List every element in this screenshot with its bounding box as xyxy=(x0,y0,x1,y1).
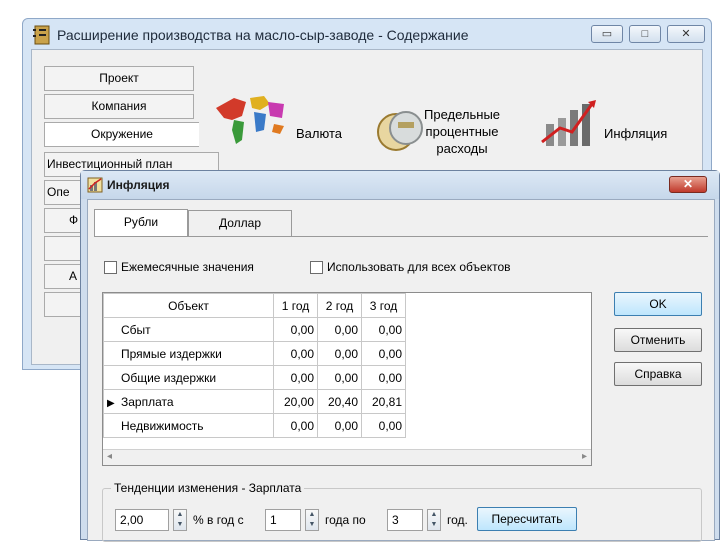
value-cell-y1[interactable]: 0,00 xyxy=(273,317,318,342)
cancel-button[interactable]: Отменить xyxy=(614,328,702,352)
table-row[interactable]: Прямые издержки 0,00 0,00 0,00 xyxy=(103,341,406,366)
column-header-year1[interactable]: 1 год xyxy=(273,293,318,318)
value-cell-y2[interactable]: 0,00 xyxy=(317,413,362,438)
column-header-year2[interactable]: 2 год xyxy=(317,293,362,318)
coin-icon[interactable] xyxy=(372,106,432,154)
to-year-input[interactable]: 3 xyxy=(387,509,423,531)
all-objects-option[interactable]: Использовать для всех объектов xyxy=(310,260,511,274)
dialog-title-bar: Инфляция ✕ xyxy=(81,171,719,199)
row-marker-icon: ▶ xyxy=(107,397,115,409)
value-cell-y1[interactable]: 0,00 xyxy=(273,413,318,438)
between-label: года по xyxy=(325,513,366,527)
notebook-icon xyxy=(33,25,50,45)
value-cell-y1[interactable]: 0,00 xyxy=(273,341,318,366)
horizontal-scrollbar[interactable]: ◂ ▸ xyxy=(103,449,591,465)
dialog-body: Рубли Доллар Ежемесячные значения Исполь… xyxy=(87,199,715,542)
rate-unit-label: % в год с xyxy=(193,513,244,527)
ok-button[interactable]: OK xyxy=(614,292,702,316)
scroll-right-arrow[interactable]: ▸ xyxy=(582,451,587,462)
inflation-grid[interactable]: Объект 1 год 2 год 3 год Сбыт 0,00 0,00 0,0… xyxy=(102,292,592,466)
close-button[interactable]: ✕ xyxy=(667,25,705,43)
trend-group: Тенденции изменения - Зарплата 2,00 ▲ ▼ %… xyxy=(102,481,702,542)
table-header-row: Объект 1 год 2 год 3 год xyxy=(103,293,406,318)
main-window-title: Расширение производства на масло-сыр-зав… xyxy=(57,27,469,43)
value-cell-y3[interactable]: 0,00 xyxy=(361,365,406,390)
help-button[interactable]: Справка xyxy=(614,362,702,386)
interest-label-line2: процентные xyxy=(425,124,499,139)
to-year-spinner[interactable]: ▲ ▼ xyxy=(427,509,441,531)
from-year-input[interactable]: 1 xyxy=(265,509,301,531)
value-cell-y3[interactable]: 0,00 xyxy=(361,317,406,342)
monthly-checkbox[interactable] xyxy=(104,260,117,274)
row-name: Прямые издержки xyxy=(121,346,222,361)
rate-input[interactable]: 2,00 xyxy=(115,509,169,531)
inflation-small-icon xyxy=(87,177,103,193)
value-cell-y2[interactable]: 0,00 xyxy=(317,341,362,366)
value-cell-y3[interactable]: 20,81 xyxy=(361,389,406,414)
nav-project[interactable]: Проект xyxy=(44,66,194,91)
table-row[interactable]: ▶ Зарплата 20,00 20,40 20,81 xyxy=(103,389,406,414)
row-name-cell[interactable]: Недвижимость xyxy=(103,413,274,438)
table-row[interactable]: Недвижимость 0,00 0,00 0,00 xyxy=(103,413,406,438)
year-unit-label: год. xyxy=(447,513,468,527)
dialog-title: Инфляция xyxy=(107,178,170,192)
row-name-cell[interactable]: Прямые издержки xyxy=(103,341,274,366)
tab-dollar[interactable]: Доллар xyxy=(188,210,292,236)
row-name-cell[interactable]: ▶ Зарплата xyxy=(103,389,274,414)
row-name: Общие издержки xyxy=(121,370,217,385)
value-cell-y2[interactable]: 0,00 xyxy=(317,317,362,342)
monthly-option[interactable]: Ежемесячные значения xyxy=(104,260,254,274)
row-name: Недвижимость xyxy=(121,418,204,433)
row-name: Зарплата xyxy=(121,394,174,409)
maximize-button[interactable]: □ xyxy=(629,25,661,43)
dialog-close-button[interactable]: ✕ xyxy=(669,176,707,193)
row-name-cell[interactable]: Сбыт xyxy=(103,317,274,342)
row-name-cell[interactable]: Общие издержки xyxy=(103,365,274,390)
interest-label-line3: расходы xyxy=(436,141,488,156)
main-title-bar: Расширение производства на масло-сыр-зав… xyxy=(23,19,711,49)
table-row[interactable]: Сбыт 0,00 0,00 0,00 xyxy=(103,317,406,342)
nav-environment[interactable]: Окружение xyxy=(44,122,199,147)
nav-company[interactable]: Компания xyxy=(44,94,194,119)
inflation-label[interactable]: Инфляция xyxy=(604,126,667,141)
value-cell-y2[interactable]: 0,00 xyxy=(317,365,362,390)
trend-legend: Тенденции изменения - Зарплата xyxy=(111,481,305,495)
tab-rubles[interactable]: Рубли xyxy=(94,209,188,237)
monthly-label: Ежемесячные значения xyxy=(121,260,254,274)
currency-label[interactable]: Валюта xyxy=(296,126,342,141)
value-cell-y3[interactable]: 0,00 xyxy=(361,341,406,366)
table-row[interactable]: Общие издержки 0,00 0,00 0,00 xyxy=(103,365,406,390)
all-objects-label: Использовать для всех объектов xyxy=(327,260,511,274)
inflation-chart-icon[interactable] xyxy=(538,94,602,150)
interest-label[interactable]: Предельные процентные расходы xyxy=(424,106,500,157)
column-header-year3[interactable]: 3 год xyxy=(361,293,406,318)
scroll-left-arrow[interactable]: ◂ xyxy=(107,451,112,462)
column-header-object[interactable]: Объект xyxy=(103,293,274,318)
rate-spinner[interactable]: ▲ ▼ xyxy=(173,509,187,531)
recalculate-button[interactable]: Пересчитать xyxy=(477,507,577,531)
tab-divider xyxy=(94,236,708,237)
inflation-table: Объект 1 год 2 год 3 год Сбыт 0,00 0,00 0,0… xyxy=(103,293,406,438)
all-objects-checkbox[interactable] xyxy=(310,260,323,274)
row-name: Сбыт xyxy=(121,322,151,337)
value-cell-y3[interactable]: 0,00 xyxy=(361,413,406,438)
world-map-icon[interactable] xyxy=(212,90,288,146)
interest-label-line1: Предельные xyxy=(424,107,501,122)
inflation-dialog: Инфляция ✕ Рубли Доллар Ежемесячные знач… xyxy=(80,170,720,542)
minimize-button[interactable]: ▭ xyxy=(591,25,623,43)
value-cell-y1[interactable]: 20,00 xyxy=(273,389,318,414)
value-cell-y1[interactable]: 0,00 xyxy=(273,365,318,390)
value-cell-y2[interactable]: 20,40 xyxy=(317,389,362,414)
from-year-spinner[interactable]: ▲ ▼ xyxy=(305,509,319,531)
